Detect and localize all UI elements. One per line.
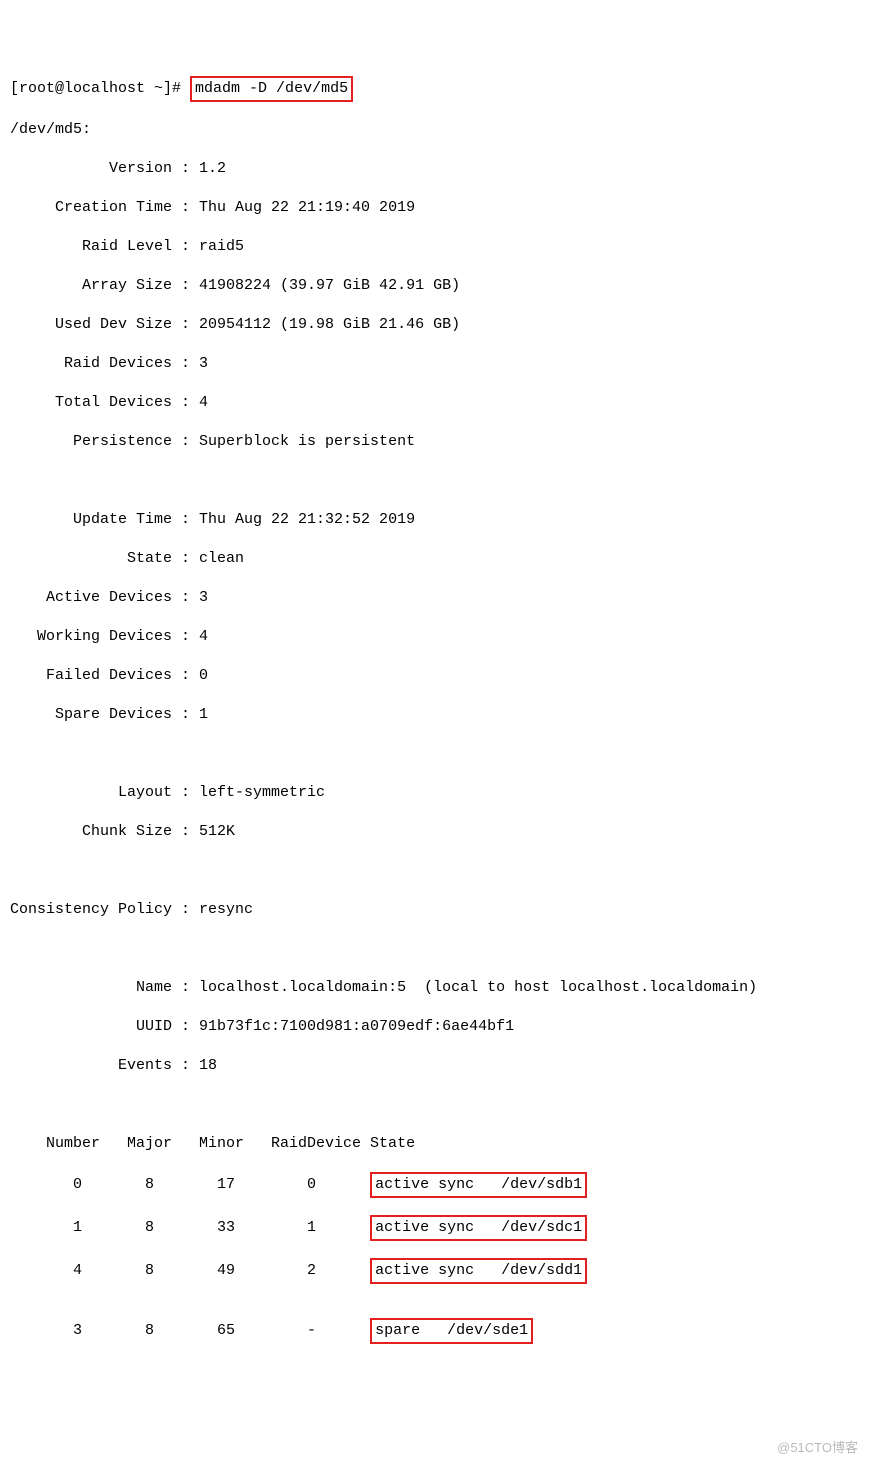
field-label: Array Size : <box>10 277 190 294</box>
command-highlight: mdadm -D /dev/md5 <box>190 76 353 102</box>
field-label: Used Dev Size : <box>10 316 190 333</box>
row-prefix: 1 8 33 1 <box>10 1219 370 1236</box>
field-label: Failed Devices : <box>10 667 190 684</box>
field-value: resync <box>190 901 253 918</box>
row-prefix: 0 8 17 0 <box>10 1176 370 1193</box>
table-header: Number Major Minor RaidDevice State <box>10 1133 863 1155</box>
field-label: Active Devices : <box>10 589 190 606</box>
field-label: Version : <box>10 160 190 177</box>
field-label: Name : <box>10 979 190 996</box>
field-label: Working Devices : <box>10 628 190 645</box>
field-value: 3 <box>190 355 208 372</box>
field-label: Total Devices : <box>10 394 190 411</box>
field-label: Raid Level : <box>10 238 190 255</box>
field-row: Total Devices : 4 <box>10 392 863 414</box>
row-prefix: 3 8 65 - <box>10 1322 370 1339</box>
field-value: 4 <box>190 628 208 645</box>
field-label: Events : <box>10 1057 190 1074</box>
field-label: Consistency Policy : <box>10 901 190 918</box>
field-row: Raid Level : raid5 <box>10 236 863 258</box>
blank-line <box>10 860 863 882</box>
row-prefix: 4 8 49 2 <box>10 1262 370 1279</box>
field-value: clean <box>190 550 244 567</box>
field-label: UUID : <box>10 1018 190 1035</box>
field-row: Version : 1.2 <box>10 158 863 180</box>
shell-prompt: [root@localhost ~]# <box>10 80 181 97</box>
field-label: State : <box>10 550 190 567</box>
blank-line <box>10 1094 863 1116</box>
field-row: Array Size : 41908224 (39.97 GiB 42.91 G… <box>10 275 863 297</box>
field-row: Active Devices : 3 <box>10 587 863 609</box>
field-value: 18 <box>190 1057 217 1074</box>
field-value: 41908224 (39.97 GiB 42.91 GB) <box>190 277 460 294</box>
table-row: 1 8 33 1 active sync /dev/sdc1 <box>10 1215 863 1241</box>
field-value: 0 <box>190 667 208 684</box>
field-value: 512K <box>190 823 235 840</box>
field-label: Spare Devices : <box>10 706 190 723</box>
field-row: Spare Devices : 1 <box>10 704 863 726</box>
field-value: left-symmetric <box>190 784 325 801</box>
field-value: raid5 <box>190 238 244 255</box>
field-label: Persistence : <box>10 433 190 450</box>
field-row: Name : localhost.localdomain:5 (local to… <box>10 977 863 999</box>
state-highlight: active sync /dev/sdc1 <box>370 1215 587 1241</box>
blank-line <box>10 938 863 960</box>
cmd-line: [root@localhost ~]# mdadm -D /dev/md5 <box>10 76 863 102</box>
blank-line <box>10 743 863 765</box>
state-highlight: spare /dev/sde1 <box>370 1318 533 1344</box>
field-row: Events : 18 <box>10 1055 863 1077</box>
field-row: State : clean <box>10 548 863 570</box>
field-label: Update Time : <box>10 511 190 528</box>
state-highlight: active sync /dev/sdd1 <box>370 1258 587 1284</box>
field-value: localhost.localdomain:5 (local to host l… <box>190 979 757 996</box>
table-row: 3 8 65 - spare /dev/sde1 <box>10 1318 863 1344</box>
field-label: Layout : <box>10 784 190 801</box>
field-row: Used Dev Size : 20954112 (19.98 GiB 21.4… <box>10 314 863 336</box>
field-label: Creation Time : <box>10 199 190 216</box>
field-value: Superblock is persistent <box>190 433 415 450</box>
field-value: 1 <box>190 706 208 723</box>
field-value: 1.2 <box>190 160 226 177</box>
field-label: Raid Devices : <box>10 355 190 372</box>
field-row: Working Devices : 4 <box>10 626 863 648</box>
field-row: Layout : left-symmetric <box>10 782 863 804</box>
field-value: 3 <box>190 589 208 606</box>
field-value: 4 <box>190 394 208 411</box>
field-row: Creation Time : Thu Aug 22 21:19:40 2019 <box>10 197 863 219</box>
field-row: Chunk Size : 512K <box>10 821 863 843</box>
table-row: 4 8 49 2 active sync /dev/sdd1 <box>10 1258 863 1284</box>
field-value: Thu Aug 22 21:32:52 2019 <box>190 511 415 528</box>
field-row: Raid Devices : 3 <box>10 353 863 375</box>
field-row: Consistency Policy : resync <box>10 899 863 921</box>
field-row: Failed Devices : 0 <box>10 665 863 687</box>
field-value: 91b73f1c:7100d981:a0709edf:6ae44bf1 <box>190 1018 514 1035</box>
state-highlight: active sync /dev/sdb1 <box>370 1172 587 1198</box>
field-value: 20954112 (19.98 GiB 21.46 GB) <box>190 316 460 333</box>
watermark-text: @51CTO博客 <box>777 1437 858 1456</box>
blank-line <box>10 470 863 492</box>
field-value: Thu Aug 22 21:19:40 2019 <box>190 199 415 216</box>
field-row: UUID : 91b73f1c:7100d981:a0709edf:6ae44b… <box>10 1016 863 1038</box>
field-row: Update Time : Thu Aug 22 21:32:52 2019 <box>10 509 863 531</box>
field-row: Persistence : Superblock is persistent <box>10 431 863 453</box>
table-row: 0 8 17 0 active sync /dev/sdb1 <box>10 1172 863 1198</box>
field-label: Chunk Size : <box>10 823 190 840</box>
device-line: /dev/md5: <box>10 119 863 141</box>
